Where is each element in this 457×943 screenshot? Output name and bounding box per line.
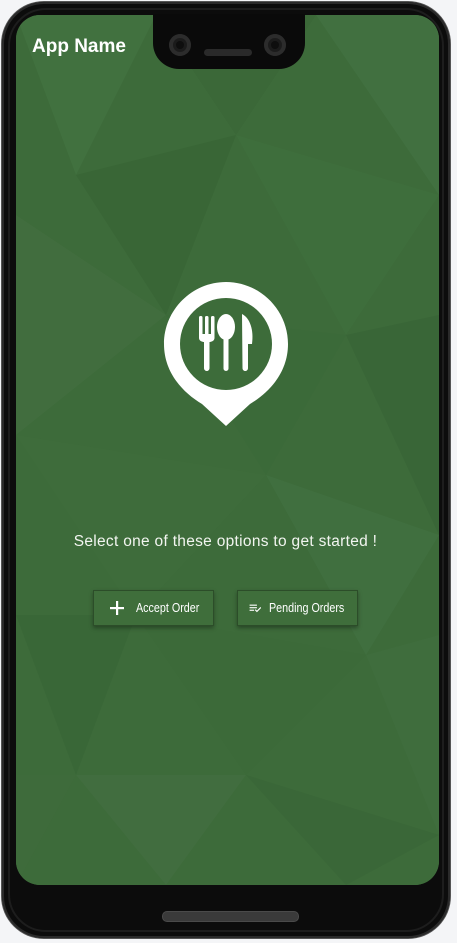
front-sensor-icon	[264, 34, 286, 56]
playlist-check-icon	[249, 604, 262, 613]
app-screen	[16, 15, 439, 885]
front-camera-icon	[169, 34, 191, 56]
accept-order-label: Accept Order	[136, 601, 200, 615]
pending-orders-label: Pending Orders	[269, 601, 345, 615]
restaurant-location-pin-icon	[164, 282, 288, 426]
phone-frame	[2, 2, 450, 938]
camera-notch	[153, 14, 305, 69]
earpiece-speaker	[204, 49, 252, 56]
home-indicator	[162, 911, 299, 922]
pending-orders-button[interactable]: Pending Orders	[237, 590, 358, 626]
accept-order-button[interactable]: Accept Order	[93, 590, 214, 626]
app-title: App Name	[32, 36, 126, 57]
background-pattern	[16, 15, 439, 885]
plus-icon	[110, 601, 124, 615]
prompt-text: Select one of these options to get start…	[73, 533, 378, 550]
